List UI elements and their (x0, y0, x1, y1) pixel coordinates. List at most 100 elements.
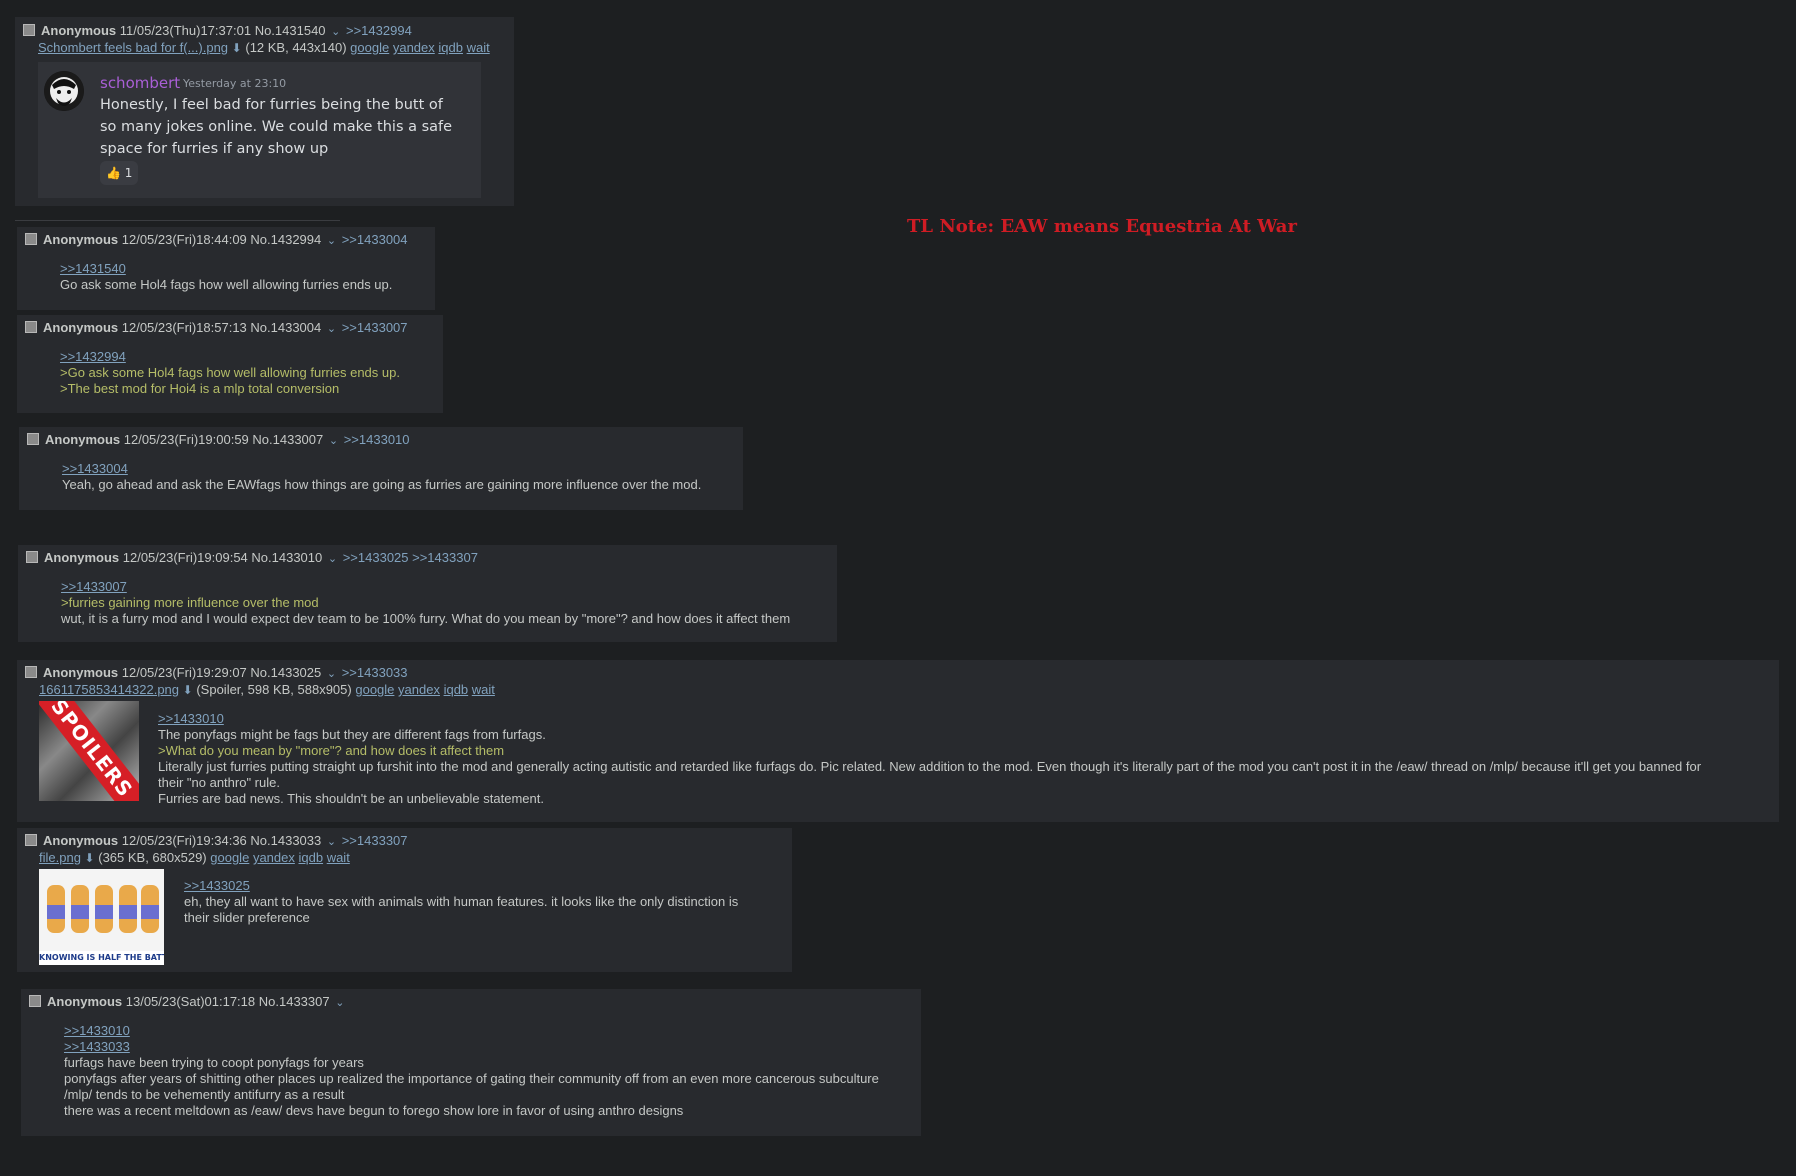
download-icon[interactable]: ⬇ (232, 41, 242, 55)
quote-link[interactable]: >>1431540 (60, 261, 126, 276)
post-message: >>1431540 Go ask some Hol4 fags how well… (60, 261, 427, 293)
reaction: 👍 1 (100, 161, 139, 185)
quote-link[interactable]: >>1433010 (64, 1023, 130, 1038)
search-yandex[interactable]: yandex (398, 682, 440, 697)
post-number[interactable]: No.1432994 (250, 232, 321, 247)
characters-illustration-icon (47, 885, 159, 933)
post-datetime: 12/05/23(Fri)19:34:36 (121, 833, 247, 848)
post-message: >>1433007 >furries gaining more influenc… (61, 579, 829, 627)
post-1432994: Anonymous 12/05/23(Fri)18:44:09 No.14329… (17, 227, 435, 310)
text-line: /mlp/ tends to be vehemently antifurry a… (64, 1087, 345, 1102)
post-header: Anonymous 12/05/23(Fri)19:29:07 No.14330… (25, 665, 1771, 682)
backlinks[interactable]: >>1433307 (342, 833, 408, 848)
download-icon[interactable]: ⬇ (85, 851, 95, 865)
post-1433025: Anonymous 12/05/23(Fri)19:29:07 No.14330… (17, 660, 1779, 822)
select-checkbox[interactable] (25, 834, 37, 846)
post-message: >>1433010 The ponyfags might be fags but… (158, 711, 1718, 807)
download-icon[interactable]: ⬇ (183, 683, 193, 697)
poster-name: Anonymous (41, 23, 117, 38)
search-iqdb[interactable]: iqdb (438, 40, 463, 55)
post-menu-chevron-icon[interactable]: ⌄ (331, 26, 340, 38)
discord-author: schombert (100, 74, 181, 92)
backlinks[interactable]: >>1433033 (342, 665, 408, 680)
text-line: Yeah, go ahead and ask the EAWfags how t… (62, 477, 702, 492)
post-number[interactable]: No.1433010 (251, 550, 322, 565)
file-link[interactable]: file.png (39, 850, 81, 865)
backlinks[interactable]: >>1433025 >>1433307 (343, 550, 478, 565)
search-google[interactable]: google (210, 850, 249, 865)
backlinks[interactable]: >>1433010 (344, 432, 410, 447)
post-1433004: Anonymous 12/05/23(Fri)18:57:13 No.14330… (17, 315, 443, 413)
quote-link[interactable]: >>1433007 (61, 579, 127, 594)
image-thumbnail[interactable]: KNOWING IS HALF THE BATTLE (39, 869, 164, 965)
post-number[interactable]: No.1433025 (250, 665, 321, 680)
avatar (44, 71, 84, 111)
file-meta: (12 KB, 443x140) (245, 40, 347, 55)
post-header: Anonymous 12/05/23(Fri)19:09:54 No.14330… (26, 550, 829, 567)
quote-link[interactable]: >>1432994 (60, 349, 126, 364)
post-number[interactable]: No.1433033 (250, 833, 321, 848)
file-link[interactable]: 1661175853414322.png (39, 682, 179, 697)
text-line: there was a recent meltdown as /eaw/ dev… (64, 1103, 684, 1118)
post-menu-chevron-icon[interactable]: ⌄ (327, 836, 336, 848)
post-menu-chevron-icon[interactable]: ⌄ (327, 323, 336, 335)
post-menu-chevron-icon[interactable]: ⌄ (327, 668, 336, 680)
greentext-line: >What do you mean by "more"? and how doe… (158, 743, 505, 758)
text-line: Furries are bad news. This shouldn't be … (158, 791, 544, 806)
thumbs-up-icon: 👍 (106, 166, 121, 180)
select-checkbox[interactable] (25, 321, 37, 333)
post-message: >>1432994 >Go ask some Hol4 fags how wel… (60, 349, 435, 397)
post-number[interactable]: No.1433307 (259, 994, 330, 1009)
poster-name: Anonymous (43, 665, 119, 680)
tl-note: TL Note: EAW means Equestria At War (907, 216, 1297, 237)
quote-link[interactable]: >>1433033 (64, 1039, 130, 1054)
file-info: Schombert feels bad for f(...).png ⬇ (12… (38, 40, 506, 56)
post-datetime: 12/05/23(Fri)19:09:54 (122, 550, 248, 565)
select-checkbox[interactable] (26, 551, 38, 563)
select-checkbox[interactable] (25, 666, 37, 678)
file-link[interactable]: Schombert feels bad for f(...).png (38, 40, 228, 55)
poster-name: Anonymous (44, 550, 120, 565)
file-meta: (365 KB, 680x529) (98, 850, 207, 865)
post-menu-chevron-icon[interactable]: ⌄ (329, 435, 338, 447)
post-number[interactable]: No.1433007 (252, 432, 323, 447)
post-menu-chevron-icon[interactable]: ⌄ (335, 997, 344, 1009)
search-yandex[interactable]: yandex (253, 850, 295, 865)
discord-screenshot[interactable]: schombert Yesterday at 23:10 Honestly, I… (38, 62, 481, 198)
post-datetime: 12/05/23(Fri)19:00:59 (123, 432, 249, 447)
select-checkbox[interactable] (25, 233, 37, 245)
post-menu-chevron-icon[interactable]: ⌄ (327, 235, 336, 247)
search-google[interactable]: google (355, 682, 394, 697)
file-meta: (Spoiler, 598 KB, 588x905) (196, 682, 352, 697)
backlinks[interactable]: >>1432994 (346, 23, 412, 38)
post-1433010: Anonymous 12/05/23(Fri)19:09:54 No.14330… (18, 545, 837, 642)
search-wait[interactable]: wait (327, 850, 350, 865)
search-wait[interactable]: wait (472, 682, 495, 697)
search-yandex[interactable]: yandex (393, 40, 435, 55)
select-checkbox[interactable] (29, 995, 41, 1007)
select-checkbox[interactable] (27, 433, 39, 445)
file-info: 1661175853414322.png ⬇ (Spoiler, 598 KB,… (39, 682, 1771, 698)
search-iqdb[interactable]: iqdb (444, 682, 469, 697)
search-google[interactable]: google (350, 40, 389, 55)
backlinks[interactable]: >>1433007 (342, 320, 408, 335)
poster-name: Anonymous (43, 232, 119, 247)
post-datetime: 11/05/23(Thu)17:37:01 (119, 23, 252, 38)
post-datetime: 12/05/23(Fri)18:57:13 (121, 320, 247, 335)
search-iqdb[interactable]: iqdb (298, 850, 323, 865)
post-number[interactable]: No.1431540 (255, 23, 326, 38)
select-checkbox[interactable] (23, 24, 35, 36)
post-number[interactable]: No.1433004 (250, 320, 321, 335)
thumbnail-caption: KNOWING IS HALF THE BATTLE (39, 951, 164, 965)
post-message: >>1433004 Yeah, go ahead and ask the EAW… (62, 461, 735, 493)
quote-link[interactable]: >>1433004 (62, 461, 128, 476)
greentext-line: >The best mod for Hoi4 is a mlp total co… (60, 381, 340, 396)
post-menu-chevron-icon[interactable]: ⌄ (328, 553, 337, 565)
quote-link[interactable]: >>1433010 (158, 711, 224, 726)
quote-link[interactable]: >>1433025 (184, 878, 250, 893)
search-wait[interactable]: wait (467, 40, 490, 55)
greentext-line: >Go ask some Hol4 fags how well allowing… (60, 365, 400, 380)
post-header: Anonymous 11/05/23(Thu)17:37:01 No.14315… (23, 23, 506, 40)
backlinks[interactable]: >>1433004 (342, 232, 408, 247)
spoiler-thumbnail[interactable]: SPOILERS (39, 701, 139, 801)
